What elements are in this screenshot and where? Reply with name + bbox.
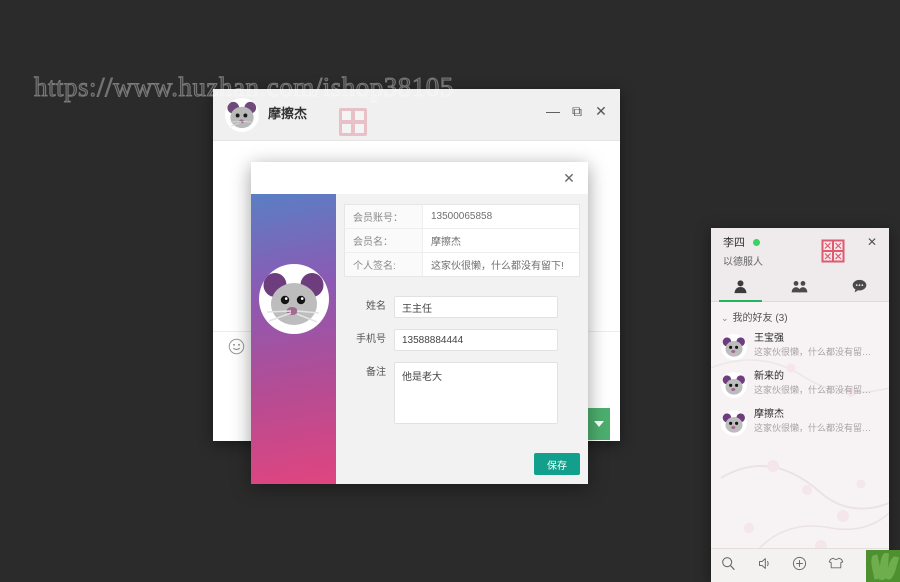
table-row: 会员名： 摩擦杰 [344, 228, 580, 253]
modal-body: 会员账号： 13500065858 会员名： 摩擦杰 个人签名: 这家伙很懒，什… [251, 194, 588, 484]
search-button[interactable] [711, 556, 747, 576]
phone-label: 手机号 [356, 334, 386, 345]
tab-groups[interactable] [770, 276, 829, 301]
phone-form-row: 手机号 [344, 329, 580, 351]
name-label: 姓名 [366, 301, 386, 312]
chevron-down-icon: ⌄ [721, 313, 729, 323]
modal-gradient-panel [251, 194, 336, 484]
maximize-button[interactable]: ⧉ [566, 101, 588, 121]
remark-label: 备注 [366, 367, 386, 378]
user-signature: 以德服人 [723, 257, 763, 268]
contact-panel-header: 李四 以德服人 ✕ [711, 228, 889, 276]
name-form-row: 姓名 [344, 296, 580, 318]
friend-name: 摩擦杰 [754, 409, 784, 420]
name-input[interactable] [394, 296, 558, 318]
mouse-avatar-icon [225, 98, 259, 132]
mouse-avatar-icon [721, 410, 747, 436]
desktop-corner-accent [866, 550, 900, 582]
plus-icon [792, 556, 807, 576]
list-item-text: 摩擦杰 这家伙很懒，什么都没有留… [754, 408, 871, 442]
friend-name: 王宝强 [754, 333, 784, 344]
user-nickname: 李四 [723, 237, 745, 249]
mouse-avatar-icon [721, 372, 747, 398]
add-button[interactable] [782, 556, 818, 576]
remark-textarea[interactable]: 他是老大 [394, 362, 558, 424]
chat-window-title: 摩擦杰 [268, 106, 308, 121]
contact-panel-tabs [711, 276, 889, 302]
contact-panel-close-icon[interactable]: ✕ [864, 234, 880, 250]
member-info-table: 会员账号： 13500065858 会员名： 摩擦杰 个人签名: 这家伙很懒，什… [344, 204, 580, 277]
skin-shirt-icon [828, 556, 844, 575]
friend-signature: 这家伙很懒，什么都没有留… [754, 347, 872, 357]
mouse-avatar-icon [721, 334, 747, 360]
desktop-background: https://www.huzhan.com/ishop38105 摩擦杰 — … [0, 0, 900, 582]
list-item[interactable]: 新来的 这家伙很懒，什么都没有留… [711, 366, 889, 404]
modal-close-icon[interactable]: ✕ [560, 169, 578, 187]
remark-form-row: 备注 他是老大 [344, 362, 580, 424]
send-options-dropdown-button[interactable] [588, 408, 610, 440]
info-value: 这家伙很懒，什么都没有留下! [431, 261, 564, 272]
list-item-text: 王宝强 这家伙很懒，什么都没有留… [754, 332, 871, 366]
friend-signature: 这家伙很懒，什么都没有留… [754, 423, 872, 433]
friend-signature: 这家伙很懒，什么都没有留… [754, 385, 872, 395]
chat-bubble-icon [852, 279, 867, 298]
info-label: 会员名： [344, 228, 423, 253]
minimize-button[interactable]: — [542, 101, 564, 121]
list-item[interactable]: 摩擦杰 这家伙很懒，什么都没有留… [711, 404, 889, 442]
mouse-avatar-icon [259, 264, 329, 334]
red-seal-stamp-icon [338, 107, 368, 137]
info-label: 会员账号： [344, 204, 423, 229]
table-row: 个人签名: 这家伙很懒，什么都没有留下! [344, 252, 580, 277]
list-item-text: 新来的 这家伙很懒，什么都没有留… [754, 370, 871, 404]
smiley-face-icon[interactable] [228, 338, 245, 355]
info-value: 摩擦杰 [422, 228, 580, 253]
friend-group-label: 我的好友 (3) [732, 313, 788, 324]
tab-contacts[interactable] [711, 276, 770, 302]
contact-list-panel: 李四 以德服人 ✕ ⌄ 我的好友 (3) 王宝强 这家伙很懒，什么都没有留… 新… [711, 228, 889, 582]
edit-friend-modal: ✕ 会员账号： 13500065858 会员名： 摩擦杰 个人签名: 这家伙很懒… [251, 162, 588, 484]
skin-button[interactable] [818, 556, 854, 575]
save-button[interactable]: 保存 [534, 453, 580, 475]
edit-form: 姓名 手机号 备注 他是老大 [336, 296, 588, 435]
modal-header: ✕ [251, 162, 588, 194]
friend-list: ⌄ 我的好友 (3) 王宝强 这家伙很懒，什么都没有留… 新来的 这家伙很懒，什… [711, 302, 889, 545]
info-value: 13500065858 [422, 204, 580, 229]
friend-name: 新来的 [754, 371, 784, 382]
list-item[interactable]: 王宝强 这家伙很懒，什么都没有留… [711, 328, 889, 366]
red-seal-stamp-icon [821, 239, 845, 263]
phone-input[interactable] [394, 329, 558, 351]
friend-group-header[interactable]: ⌄ 我的好友 (3) [711, 302, 889, 328]
modal-form-panel: 会员账号： 13500065858 会员名： 摩擦杰 个人签名: 这家伙很懒，什… [336, 194, 588, 484]
group-icon [791, 279, 808, 299]
chat-window-titlebar: 摩擦杰 — ⧉ ✕ [213, 89, 620, 141]
close-button[interactable]: ✕ [590, 101, 612, 121]
person-icon [733, 279, 748, 299]
contact-panel-footer [711, 548, 889, 582]
info-label: 个人签名: [344, 252, 423, 277]
caret-down-icon [594, 421, 604, 427]
table-row: 会员账号： 13500065858 [344, 204, 580, 229]
search-icon [721, 556, 736, 576]
online-status-dot [753, 239, 760, 246]
sound-icon [757, 556, 772, 576]
tab-messages[interactable] [830, 276, 889, 301]
sound-button[interactable] [747, 556, 783, 576]
